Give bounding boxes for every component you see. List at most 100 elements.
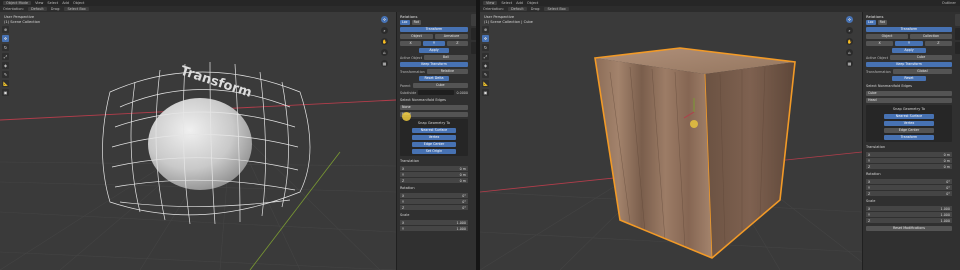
translation-y-right[interactable]: Y0 m [866,158,952,163]
orientation-dropdown[interactable]: Default [27,7,47,11]
mode-select-1[interactable]: None [400,105,468,110]
transform-button-right[interactable]: Transform [866,27,952,32]
rotate-icon[interactable]: ↻ [482,44,489,51]
rotation-x-right[interactable]: X 0° [866,179,952,184]
scale-x-right[interactable]: X 1.000 [866,206,952,211]
scale-y-right[interactable]: Y 1.000 [866,212,952,217]
drag-dropdown[interactable]: Select Box [64,7,89,11]
transform-icon[interactable]: ◈ [2,62,9,69]
menu-select-right[interactable]: Select [501,1,512,5]
menu-view-right[interactable]: View [483,1,498,5]
rotation-y-right[interactable]: Y 0° [866,185,952,190]
active-object-field-right[interactable]: Cube [889,55,952,60]
menu-select[interactable]: Select [47,1,58,5]
grid-icon[interactable]: ▦ [381,60,388,67]
translation-y[interactable]: Y0 m [400,172,468,177]
mode-select-1-right[interactable]: Cube [866,91,952,96]
translation-z-right[interactable]: Z0 m [866,164,952,169]
mode-select-2-right[interactable]: Head [866,98,952,103]
left-viewport[interactable]: Transform [0,12,396,270]
rotation-y[interactable]: Y 0° [400,199,468,204]
viewport-3d-text[interactable]: Transform [178,64,253,101]
tab-x[interactable]: X [400,41,422,46]
collection-button-right[interactable]: Collection [910,34,952,39]
snap-nearest-button-right[interactable]: Nearest Surface [884,114,934,119]
keep-transform-button[interactable]: Keep Transform [400,62,468,67]
outliner-label[interactable]: Outliner [942,1,956,5]
move-icon[interactable]: ✥ [482,35,489,42]
rotation-z-right[interactable]: Z 0° [866,191,952,196]
set-origin-button-right[interactable]: Transform [884,135,934,140]
tab-x-right[interactable]: X [866,41,894,46]
snap-nearest-button[interactable]: Nearest Surface [412,128,456,133]
axis-gizmo-icon[interactable]: ✣ [846,16,853,23]
keep-transform-button-right[interactable]: Keep Transform [866,62,952,67]
menu-add[interactable]: Add [62,1,69,5]
add-cube-icon[interactable]: ▣ [2,89,9,96]
apply-button[interactable]: Apply [419,48,449,53]
tab-z-right[interactable]: Z [924,41,952,46]
cube-side-face[interactable] [705,62,795,258]
zoom-icon[interactable]: ⌕ [846,27,853,34]
apply-button-right[interactable]: Apply [892,48,926,53]
transform-button[interactable]: Transform [400,27,468,32]
rot-button-right[interactable]: Rot [877,20,888,25]
right-viewport[interactable] [480,12,862,270]
translation-z[interactable]: Z0 m [400,178,468,183]
tab-y-right[interactable]: Y [895,41,923,46]
snap-edge-button-right[interactable]: Edge Center [884,128,934,133]
transformation-dropdown[interactable]: Relative [426,69,468,74]
cursor-icon[interactable]: ⊕ [482,26,489,33]
scale-y[interactable]: Y 1.000 [400,226,468,231]
tab-tool-right[interactable] [955,28,960,40]
camera-icon[interactable]: ⌂ [846,49,853,56]
grid-icon[interactable]: ▦ [846,60,853,67]
translation-x-right[interactable]: X0 m [866,152,952,157]
move-icon[interactable]: ✥ [2,35,9,42]
subdivide-field[interactable] [418,90,455,95]
object-button-right[interactable]: Object [866,34,908,39]
menu-object-right[interactable]: Object [527,1,538,5]
armature-button[interactable]: Armature [435,34,468,39]
rot-button[interactable]: Rot [411,20,422,25]
scale-icon[interactable]: ⤢ [482,53,489,60]
cursor-icon[interactable]: ⊕ [2,26,9,33]
snap-vertex-button-right[interactable]: Vertex [884,121,934,126]
transform-icon[interactable]: ◈ [482,62,489,69]
snap-edge-button[interactable]: Edge Center [412,142,456,147]
pan-icon[interactable]: ✋ [846,38,853,45]
orientation-dropdown-right[interactable]: Default [507,7,527,11]
zoom-icon[interactable]: ⌕ [381,27,388,34]
active-object-field[interactable]: Ball [423,55,468,60]
loc-button[interactable]: Loc [400,20,410,25]
menu-view[interactable]: View [35,1,43,5]
scale-z-right[interactable]: Z 1.000 [866,218,952,223]
parent-field[interactable]: Cube [412,83,468,88]
set-origin-button[interactable]: Set Origin [412,149,456,154]
drag-dropdown-right[interactable]: Select Box [544,7,569,11]
camera-icon[interactable]: ⌂ [381,49,388,56]
tab-view-right[interactable] [955,42,960,54]
rotation-z[interactable]: Z 0° [400,205,468,210]
tab-z[interactable]: Z [446,41,468,46]
annotate-icon[interactable]: ✎ [2,71,9,78]
reset-delta-button[interactable]: Reset Delta [419,76,449,81]
pan-icon[interactable]: ✋ [381,38,388,45]
scale-icon[interactable]: ⤢ [2,53,9,60]
scale-x[interactable]: X 1.000 [400,220,468,225]
rotate-icon[interactable]: ↻ [2,44,9,51]
annotate-icon[interactable]: ✎ [482,71,489,78]
mode-dropdown[interactable]: Object Mode [3,1,32,5]
tab-y[interactable]: Y [423,41,445,46]
menu-object[interactable]: Object [73,1,84,5]
rotation-x[interactable]: X 0° [400,193,468,198]
reset-button-right[interactable]: Reset [892,76,926,81]
tab-item-right[interactable] [955,14,960,26]
axis-gizmo-icon[interactable]: ✣ [381,16,388,23]
add-cube-icon[interactable]: ▣ [482,89,489,96]
translation-x[interactable]: X0 m [400,166,468,171]
measure-icon[interactable]: 📐 [482,80,489,87]
measure-icon[interactable]: 📐 [2,80,9,87]
snap-vertex-button[interactable]: Vertex [412,135,456,140]
loc-button-right[interactable]: Loc [866,20,876,25]
